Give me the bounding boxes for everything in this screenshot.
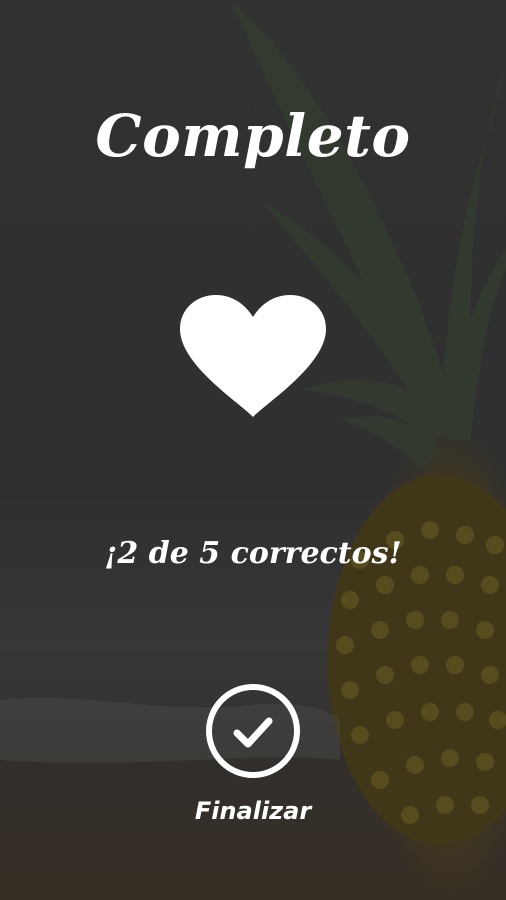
score-text: ¡2 de 5 correctos! [104,536,402,571]
quiz-complete-screen: Completo ¡2 de 5 correctos! Finalizar [0,0,506,900]
finish-button[interactable] [205,683,301,779]
page-title: Completo [95,102,411,170]
check-circle-icon [206,684,300,778]
heart-icon [180,295,326,417]
finish-label[interactable]: Finalizar [0,797,506,825]
